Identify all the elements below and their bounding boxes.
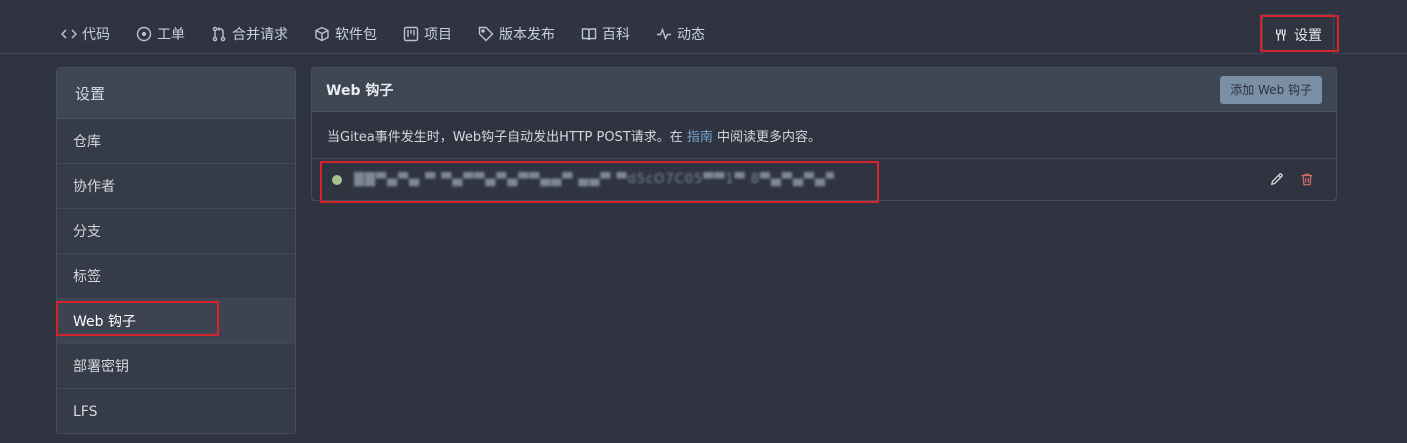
code-icon [60,25,78,43]
sidebar-item-label: 部署密钥 [73,359,129,375]
tab-packages[interactable]: 软件包 [313,14,377,54]
sidebar-item-label: Web 钩子 [73,314,136,330]
webhook-row: ██▀▄▀▄ ▀ ▀▄▀▀▄▀▄▀▀▄▄▀ ▄▄▀ ▀d5cO7C05▀▀1▀ … [312,159,1336,200]
sidebar-item-label: 协作者 [73,179,115,195]
status-dot-icon [332,174,342,185]
webhooks-panel: Web 钩子 添加 Web 钩子 当Gitea事件发生时，Web钩子自动发出HT… [311,67,1337,201]
tab-wiki[interactable]: 百科 [580,14,630,54]
sidebar-item-branches[interactable]: 分支 [57,209,295,254]
tab-label: 软件包 [335,27,377,43]
sidebar-item-repository[interactable]: 仓库 [57,119,295,164]
description-text: 当Gitea事件发生时，Web钩子自动发出HTTP POST请求。在 [327,129,687,145]
pulse-icon [655,25,673,43]
repo-nav: 代码 工单 合并请求 软件包 项目 版本发布 百科 动态 设置 [0,0,1407,54]
sidebar-item-label: 分支 [73,224,101,240]
panel-title: Web 钩子 [326,82,394,99]
tag-icon [477,25,495,43]
tab-label: 项目 [424,27,452,43]
settings-sidebar: 设置 仓库 协作者 分支 标签 Web 钩子 部署密钥 LFS [56,67,296,434]
package-icon [313,25,331,43]
edit-pencil-icon[interactable] [1268,170,1286,188]
tab-label: 动态 [677,27,705,43]
tab-label: 合并请求 [232,27,288,43]
pull-request-icon [210,25,228,43]
tab-pull-requests[interactable]: 合并请求 [210,14,288,54]
tab-projects[interactable]: 项目 [402,14,452,54]
sidebar-item-label: 仓库 [73,134,101,150]
tab-label: 版本发布 [499,27,555,43]
tab-settings[interactable]: 设置 [1262,14,1334,54]
project-icon [402,25,420,43]
sidebar-item-tags[interactable]: 标签 [57,254,295,299]
sidebar-header: 设置 [57,68,295,119]
description-text: 中阅读更多内容。 [712,129,822,145]
repo-tabs: 代码 工单 合并请求 软件包 项目 版本发布 百科 动态 [60,14,730,54]
tab-activity[interactable]: 动态 [655,14,705,54]
tools-icon [1274,28,1288,42]
tab-label: 代码 [82,27,110,43]
panel-header: Web 钩子 添加 Web 钩子 [312,68,1336,112]
tab-label: 设置 [1294,27,1322,44]
sidebar-item-label: 标签 [73,269,101,285]
guide-link[interactable]: 指南 [687,126,713,145]
webhooks-description: 当Gitea事件发生时，Web钩子自动发出HTTP POST请求。在 指南 中阅… [312,112,1336,159]
webhook-actions [1256,170,1316,188]
sidebar-item-lfs[interactable]: LFS [57,389,295,433]
sidebar-item-deploy-keys[interactable]: 部署密钥 [57,344,295,389]
tab-label: 工单 [157,27,185,43]
book-icon [580,25,598,43]
tab-issues[interactable]: 工单 [135,14,185,54]
tab-code[interactable]: 代码 [60,14,110,54]
add-webhook-button[interactable]: 添加 Web 钩子 [1220,75,1322,104]
webhook-url-link[interactable]: ██▀▄▀▄ ▀ ▀▄▀▀▄▀▄▀▀▄▄▀ ▄▄▀ ▀d5cO7C05▀▀1▀ … [354,172,834,187]
sidebar-item-webhooks[interactable]: Web 钩子 [57,299,295,344]
tab-releases[interactable]: 版本发布 [477,14,555,54]
sidebar-item-label: LFS [73,403,98,420]
delete-trash-icon[interactable] [1298,170,1316,188]
sidebar-item-collaborators[interactable]: 协作者 [57,164,295,209]
issue-icon [135,25,153,43]
tab-label: 百科 [602,27,630,43]
